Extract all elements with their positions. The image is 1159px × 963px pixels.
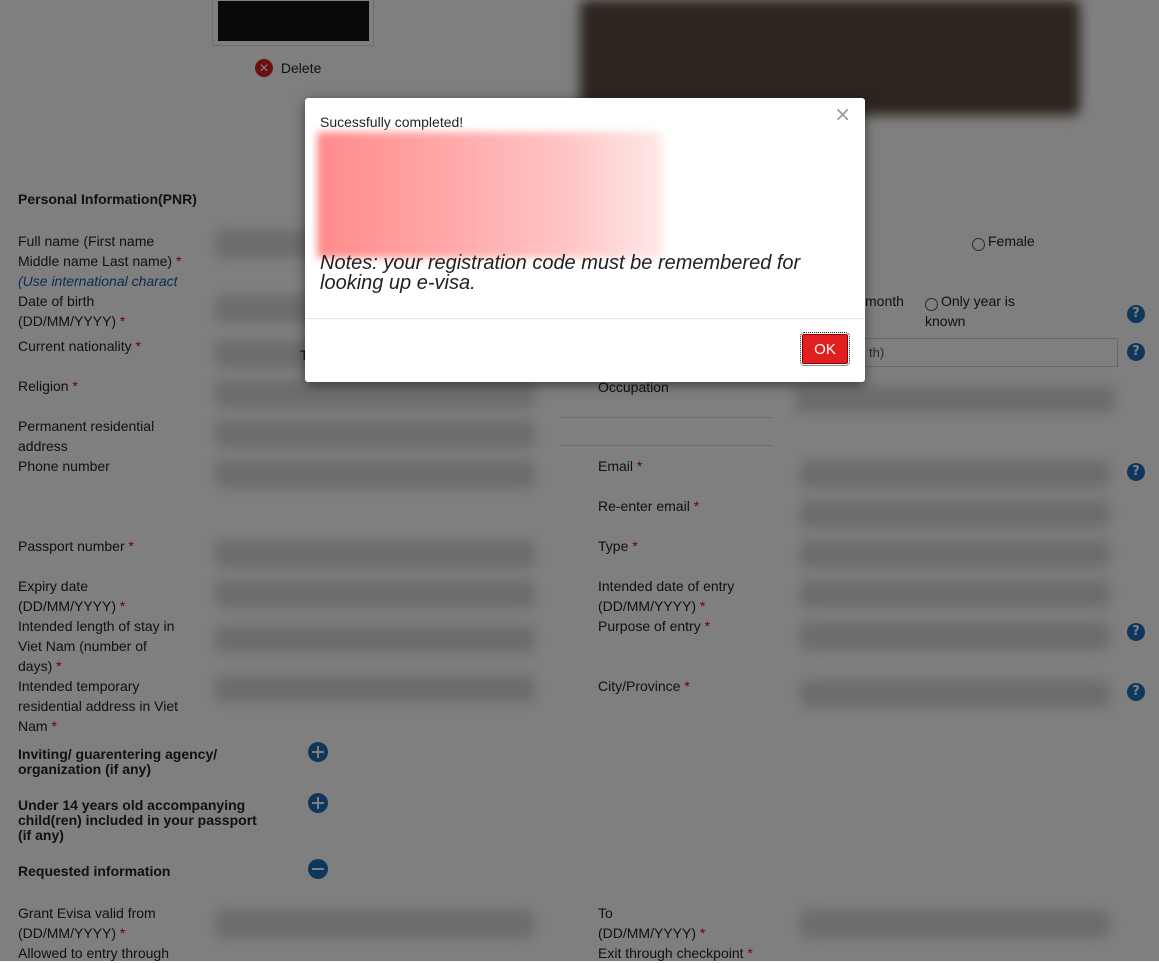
- dialog-note: Notes: your registration code must be re…: [320, 252, 801, 294]
- success-dialog: Sucessfully completed! × Notes: your reg…: [305, 98, 865, 382]
- ok-button[interactable]: OK: [800, 332, 850, 366]
- dialog-footer-divider: [305, 318, 865, 319]
- registration-code-image: [317, 132, 662, 258]
- close-icon[interactable]: ×: [834, 102, 851, 126]
- dialog-title: Sucessfully completed!: [320, 114, 464, 130]
